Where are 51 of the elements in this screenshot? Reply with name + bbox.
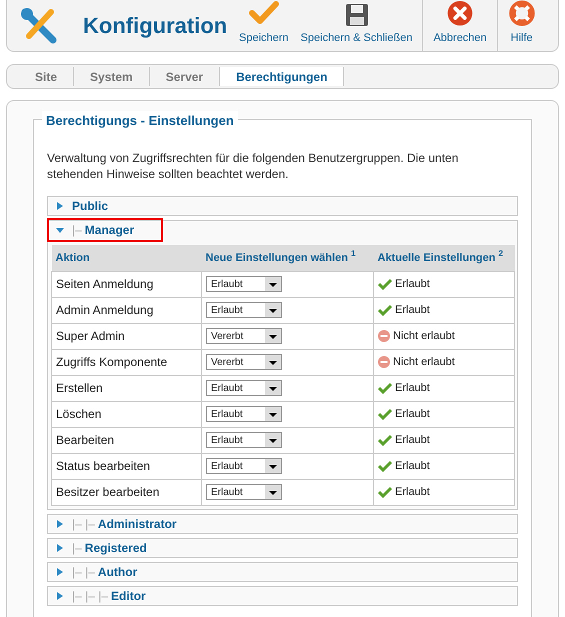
caret-right-icon	[56, 202, 64, 210]
status-text: Erlaubt	[395, 406, 430, 422]
save-close-button[interactable]: Speichern & Schließen	[294, 0, 418, 51]
select-field[interactable]: Vererbt	[206, 328, 282, 344]
column-header: Neue Einstellungen wählen $^{1}$	[202, 245, 374, 271]
caret-down-icon	[56, 226, 64, 234]
table-cell: Besitzer bearbeiten	[52, 479, 202, 505]
table-cell: Bearbeiten	[52, 427, 202, 453]
caret-right-icon	[56, 592, 64, 600]
status-text: Erlaubt	[395, 458, 430, 474]
status-text: Erlaubt	[395, 380, 430, 396]
status-text: Erlaubt	[395, 484, 430, 500]
column-header: Aktuelle Einstellungen $^{2}$	[374, 245, 514, 271]
status-text: Erlaubt	[395, 432, 430, 448]
fieldset-legend: Berechtigungs - Einstellungen	[42, 111, 238, 130]
select-field[interactable]: Erlaubt	[206, 432, 282, 448]
tab[interactable]: Site	[19, 67, 74, 86]
table-cell: Zugriffs Komponente	[52, 349, 202, 375]
table-cell: Status bearbeiten	[52, 453, 202, 479]
caret-right-icon	[56, 520, 64, 528]
status-text: Erlaubt	[395, 276, 430, 292]
status-text: Erlaubt	[395, 302, 430, 318]
group-toggle[interactable]: |– Manager	[49, 220, 161, 240]
group-toggle[interactable]: |– |– Author	[56, 562, 146, 582]
checkmark-icon	[248, 0, 279, 26]
column-header: Aktion	[52, 245, 202, 271]
select-field[interactable]: Erlaubt	[206, 406, 282, 422]
description-text: Verwaltung von Zugriffsrechten für die folgenden Benutzergruppen. Die unten stehenden Hinweise sollten beachtet werden.	[47, 150, 460, 182]
select-field[interactable]: Erlaubt	[206, 276, 282, 292]
table-cell: Super Admin	[52, 323, 202, 349]
select-field[interactable]: Vererbt	[206, 354, 282, 370]
select-field[interactable]: Erlaubt	[206, 484, 282, 500]
tab[interactable]: System	[74, 67, 150, 86]
cancel-button[interactable]: Abbrechen	[427, 0, 493, 51]
caret-right-icon	[56, 568, 64, 576]
status-text: Nicht erlaubt	[393, 354, 455, 370]
table-cell: Seiten Anmeldung	[52, 271, 202, 297]
table-cell: Erstellen	[52, 375, 202, 401]
select-field[interactable]: Erlaubt	[206, 458, 282, 474]
tab[interactable]: Berechtigungen	[220, 67, 344, 86]
table-cell: Löschen	[52, 401, 202, 427]
group-toggle[interactable]: Public	[56, 196, 116, 216]
save-button[interactable]: Speichern	[233, 0, 295, 51]
table-cell: Admin Anmeldung	[52, 297, 202, 323]
page-title: Konfiguration	[83, 12, 228, 40]
caret-right-icon	[56, 544, 64, 552]
tools-icon	[19, 6, 59, 46]
select-field[interactable]: Erlaubt	[206, 302, 282, 318]
status-text: Nicht erlaubt	[393, 328, 455, 344]
select-field[interactable]: Erlaubt	[206, 380, 282, 396]
help-button[interactable]: Hilfe	[502, 0, 542, 51]
